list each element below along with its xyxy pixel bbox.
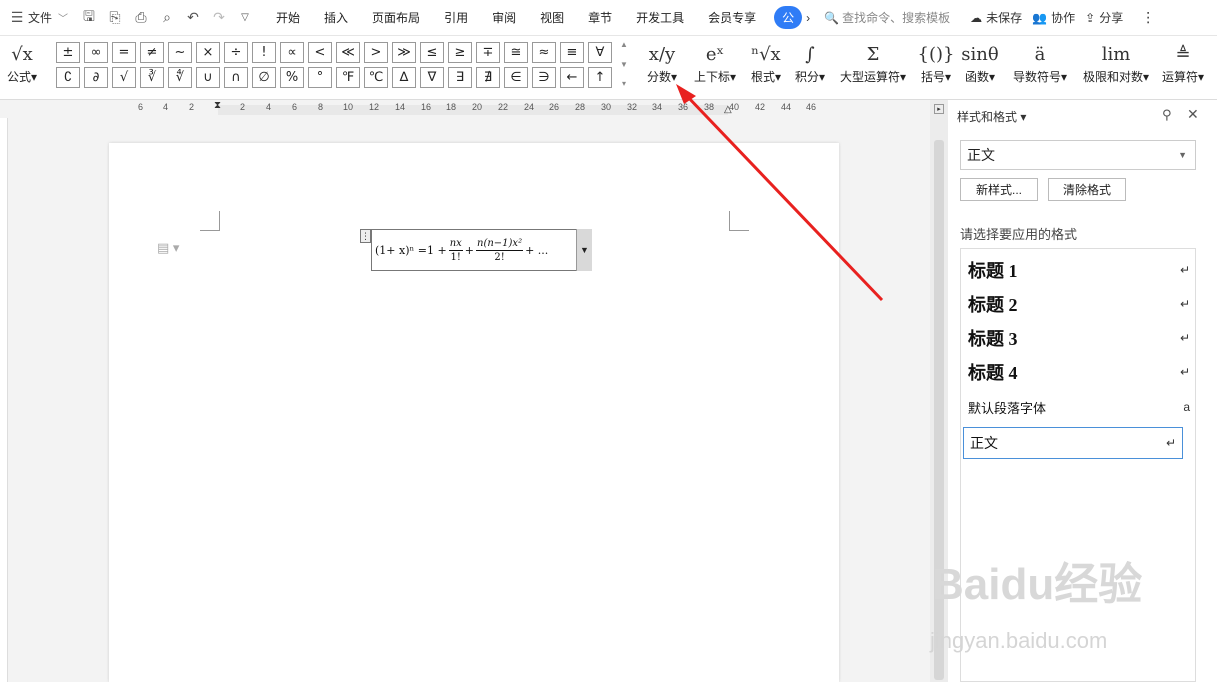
current-style-select[interactable]: 正文 ▼ [960,140,1196,170]
style-item-name: 正文 [970,435,998,451]
pin-icon[interactable]: ⚲ [1162,107,1172,123]
style-item-name: 标题 1 [968,261,1018,281]
watermark-brand: Baidu经验 [932,560,1143,609]
style-item-name: 标题 4 [968,363,1018,383]
style-item-mark: a [1183,400,1190,414]
style-item-4[interactable]: 默认段落字体 a [968,394,1190,420]
current-style-value: 正文 [967,147,995,163]
style-item-mark: ↵ [1179,365,1190,379]
chevron-down-icon: ▼ [1178,150,1187,160]
style-item-3[interactable]: 标题 4 ↵ [968,359,1190,385]
style-item-mark: ↵ [1165,436,1176,450]
panel-title-text: 样式和格式 [957,110,1018,124]
style-item-name: 默认段落字体 [968,400,1047,416]
style-list: 标题 1 ↵ 标题 2 ↵ 标题 3 ↵ 标题 4 ↵ 默认段落字体 a 正文 ↵ [960,248,1196,682]
close-icon[interactable]: ✕ [1187,106,1199,123]
style-item-mark: ↵ [1179,263,1190,277]
style-item-1[interactable]: 标题 2 ↵ [968,291,1190,317]
style-item-mark: ↵ [1179,297,1190,311]
style-item-name: 标题 2 [968,295,1018,315]
new-style-button[interactable]: 新样式... [960,178,1038,201]
choose-format-label: 请选择要应用的格式 [960,227,1078,242]
style-item-0[interactable]: 标题 1 ↵ [968,257,1190,283]
style-item-2[interactable]: 标题 3 ↵ [968,325,1190,351]
style-item-name: 标题 3 [968,329,1018,349]
style-item-mark: ↵ [1179,331,1190,345]
style-item-5[interactable]: 正文 ↵ [963,427,1183,459]
panel-title[interactable]: 样式和格式 ▾ [957,108,1026,125]
clear-format-button[interactable]: 清除格式 [1048,178,1126,201]
watermark-url: jingyan.baidu.com [930,628,1108,653]
